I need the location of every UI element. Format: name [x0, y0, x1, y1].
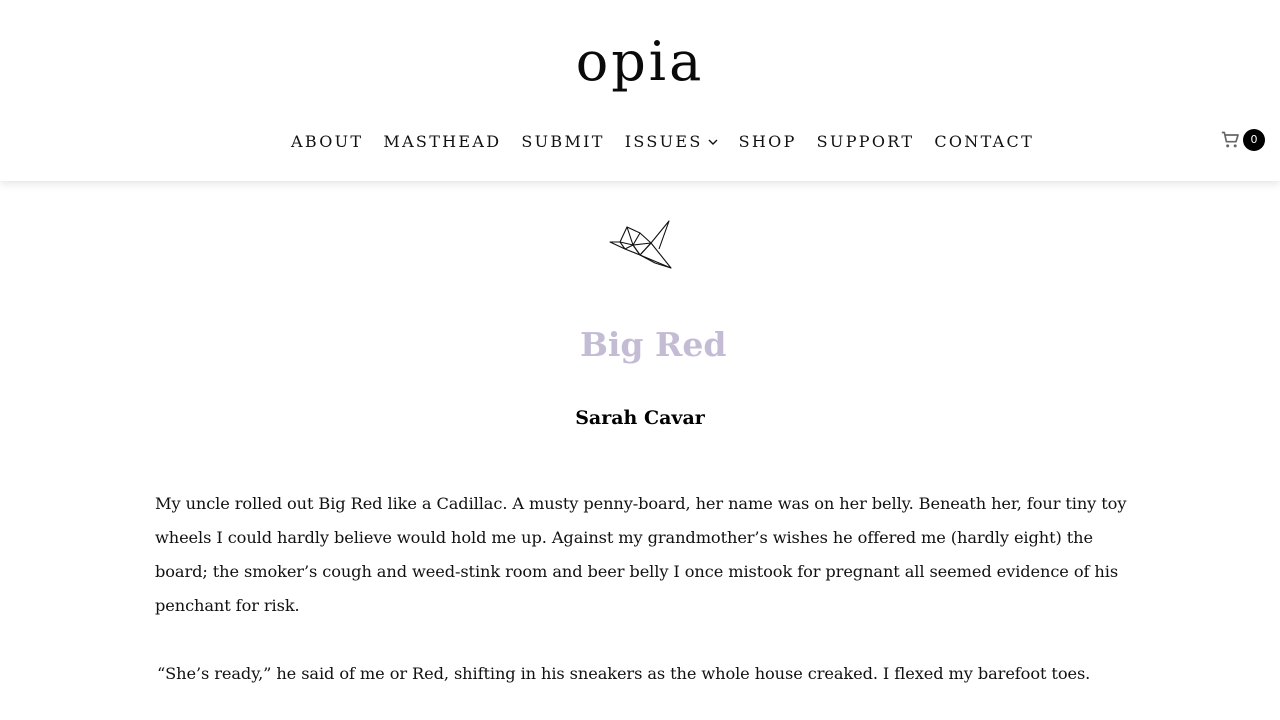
body-line-4: penchant for risk.	[155, 596, 300, 615]
paper-crane-icon	[609, 220, 672, 269]
chevron-down-icon	[708, 139, 718, 145]
main-nav: ABOUT MASTHEAD SUBMIT ISSUES SHOP SUPPOR…	[291, 130, 1034, 153]
cart-button[interactable]: 0	[1220, 127, 1267, 153]
cart-icon	[1221, 131, 1239, 148]
nav-issues[interactable]: ISSUES	[625, 132, 719, 151]
body-line-2: wheels I could hardly believe would hold…	[155, 528, 1093, 547]
body-line-1: My uncle rolled out Big Red like a Cadil…	[155, 494, 1127, 513]
nav-issues-label: ISSUES	[624, 132, 703, 151]
nav-about[interactable]: ABOUT	[291, 132, 363, 151]
nav-masthead[interactable]: MASTHEAD	[383, 132, 501, 151]
body-line-5: “She’s ready,” he said of me or Red, shi…	[157, 664, 1091, 683]
cart-count-badge: 0	[1243, 129, 1265, 151]
nav-submit[interactable]: SUBMIT	[521, 132, 604, 151]
body-line-3: board; the smoker’s cough and weed-stink…	[155, 562, 1119, 581]
nav-shop[interactable]: SHOP	[739, 132, 797, 151]
nav-contact[interactable]: CONTACT	[934, 132, 1034, 151]
site-logo[interactable]: opia	[573, 30, 707, 94]
nav-support[interactable]: SUPPORT	[817, 132, 915, 151]
site-header: opia ABOUT MASTHEAD SUBMIT ISSUES SHOP S…	[0, 0, 1280, 181]
article-title: Big Red	[580, 325, 727, 364]
article-author: Sarah Cavar	[575, 407, 705, 429]
